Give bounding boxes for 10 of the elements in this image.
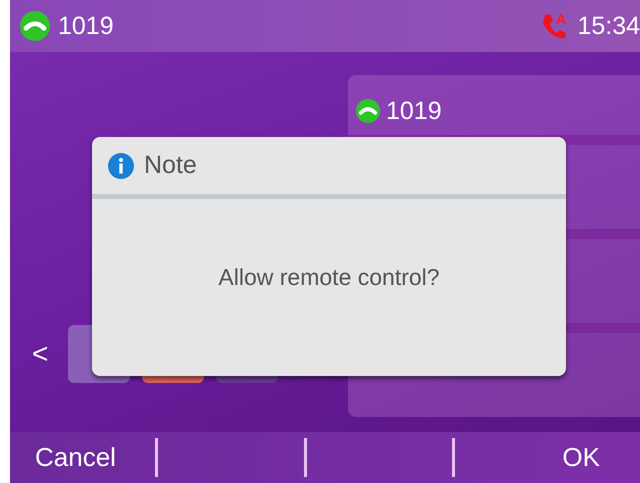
- line-key[interactable]: 1019: [348, 75, 640, 136]
- dialog-message: Allow remote control?: [218, 264, 440, 291]
- softkey[interactable]: Cancel: [10, 438, 158, 477]
- dialog-title: Note: [144, 151, 197, 180]
- phone-icon: [20, 11, 50, 42]
- softkey[interactable]: OK: [454, 438, 640, 477]
- back-arrow[interactable]: <: [32, 338, 48, 370]
- clock-time: 15:34: [577, 12, 640, 41]
- account-number: 1019: [58, 12, 114, 41]
- info-icon: [108, 152, 134, 178]
